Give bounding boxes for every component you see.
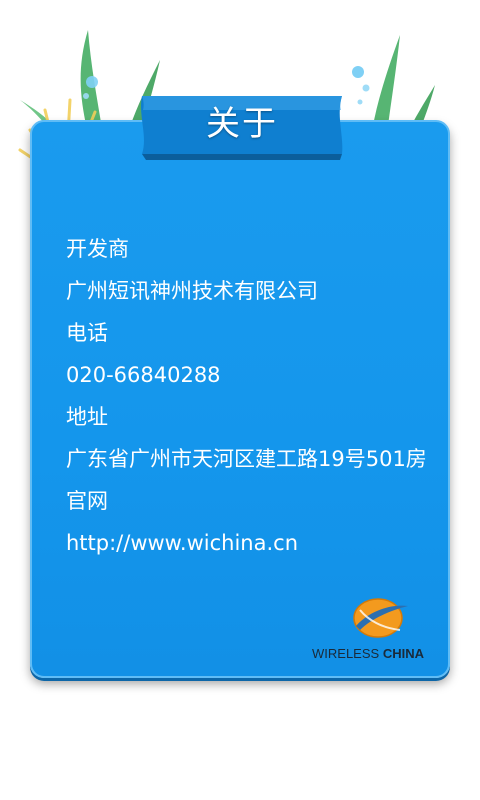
website-link[interactable]: http://www.wichina.cn	[66, 522, 456, 564]
website-label: 官网	[66, 489, 108, 513]
address-label: 地址	[66, 405, 108, 429]
logo-word-china: CHINA	[382, 646, 424, 661]
phone-label: 电话	[66, 321, 108, 345]
developer-label: 开发商	[66, 237, 129, 261]
phone-value[interactable]: 020-66840288	[66, 354, 456, 396]
title-banner: 关于	[136, 92, 348, 162]
address-value: 广东省广州市天河区建工路19号501房	[66, 447, 427, 471]
wireless-china-logo: WIRELESS CHINA	[312, 596, 444, 666]
page-title: 关于	[206, 104, 278, 144]
logo-wordmark: WIRELESS CHINA	[312, 646, 444, 661]
globe-logo-icon	[353, 598, 408, 638]
logo-word-wireless: WIRELESS	[312, 646, 380, 661]
developer-value: 广州短讯神州技术有限公司	[66, 279, 318, 303]
about-info: 开发商 广州短讯神州技术有限公司 电话 020-66840288 地址 广东省广…	[66, 228, 456, 564]
